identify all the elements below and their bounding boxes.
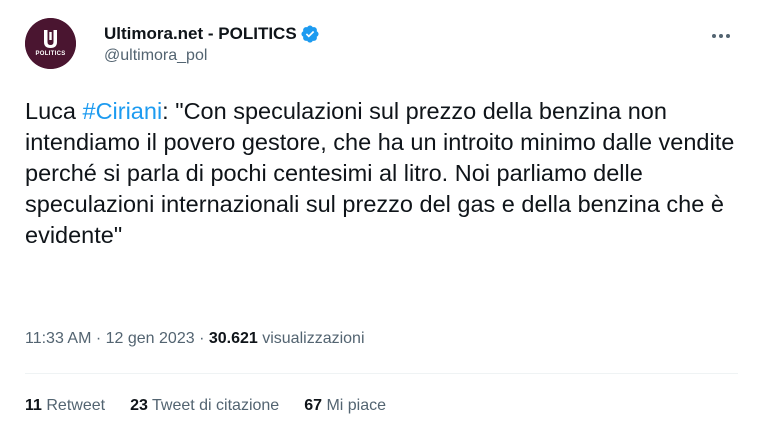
likes-stat[interactable]: 67 Mi piace <box>304 397 386 415</box>
retweets-stat[interactable]: 11 Retweet <box>25 397 105 415</box>
views-label: visualizzazioni <box>257 330 365 347</box>
tweet-header: POLITICS Ultimora.net - POLITICS @ultimo… <box>25 18 745 72</box>
tweet-time[interactable]: 11:33 AM <box>25 330 91 348</box>
tweet-stats: 11 Retweet 23 Tweet di citazione 67 Mi p… <box>25 397 411 415</box>
tweet-date[interactable]: 12 gen 2023 <box>106 330 195 348</box>
likes-label: Mi piace <box>322 397 387 414</box>
quotes-label: Tweet di citazione <box>147 397 280 414</box>
display-name-row: Ultimora.net - POLITICS <box>104 23 320 45</box>
display-name[interactable]: Ultimora.net - POLITICS <box>104 24 297 44</box>
quotes-stat[interactable]: 23 Tweet di citazione <box>130 397 279 415</box>
divider <box>25 373 738 374</box>
avatar-label: POLITICS <box>35 51 66 57</box>
retweets-label: Retweet <box>41 397 106 414</box>
quotes-count: 23 <box>130 397 148 414</box>
more-horizontal-icon[interactable] <box>707 22 735 50</box>
meta-separator-2: · <box>194 330 209 347</box>
retweets-count: 11 <box>25 397 42 414</box>
verified-badge-icon <box>300 24 320 44</box>
likes-count: 67 <box>304 397 322 414</box>
author-handle[interactable]: @ultimora_pol <box>104 47 320 65</box>
avatar-logo-icon <box>25 18 76 69</box>
tweet-card: POLITICS Ultimora.net - POLITICS @ultimo… <box>0 0 763 430</box>
meta-separator: · <box>91 330 106 347</box>
avatar[interactable]: POLITICS <box>25 18 76 69</box>
views-count: 30.621 <box>208 330 258 347</box>
hashtag-link[interactable]: #Ciriani <box>83 98 163 124</box>
tweet-meta: 11:33 AM · 12 gen 2023 · 30.621 visualiz… <box>25 330 365 348</box>
tweet-text: Luca #Ciriani: "Con speculazioni sul pre… <box>25 96 740 251</box>
author-block: Ultimora.net - POLITICS @ultimora_pol <box>104 23 320 65</box>
tweet-text-prefix: Luca <box>25 98 83 124</box>
